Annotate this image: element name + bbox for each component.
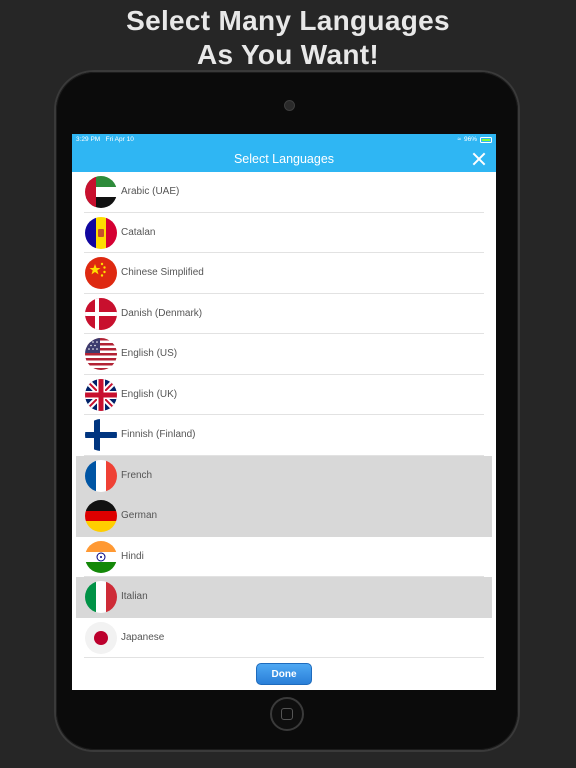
language-label: English (US) (121, 348, 178, 359)
language-label: Arabic (UAE) (121, 186, 180, 197)
language-row-french[interactable]: French (76, 455, 492, 496)
language-label: Chinese Simplified (121, 267, 204, 278)
india-flag-icon (85, 540, 117, 573)
japan-flag-icon (85, 621, 117, 654)
language-label: Japanese (121, 631, 165, 643)
language-row-english-us[interactable]: English (US) (76, 334, 492, 375)
headline: Select Many Languages As You Want! (0, 4, 576, 72)
denmark-flag-icon (85, 297, 117, 330)
language-row-danish[interactable]: Danish (Denmark) (76, 294, 492, 334)
language-label: Finnish (Finland) (121, 429, 196, 440)
language-row-chinese[interactable]: Chinese Simplified (76, 253, 492, 294)
language-row-hindi[interactable]: Hindi (76, 537, 492, 577)
uk-flag-icon (85, 378, 117, 411)
status-date: Fri Apr 10 (105, 136, 134, 143)
andorra-flag-icon (85, 216, 117, 249)
done-button[interactable]: Done (256, 663, 312, 685)
app-screen: 3:29 PM Fri Apr 10 ≈ 96% Select Language… (72, 134, 496, 690)
language-label: French (121, 469, 153, 481)
battery-percent: 96% (463, 136, 477, 143)
language-label: Italian (121, 591, 148, 602)
language-label: Hindi (121, 550, 144, 562)
language-row-english-uk[interactable]: English (UK) (76, 375, 492, 415)
headline-line-1: Select Many Languages (126, 5, 450, 36)
page-title: Select Languages (233, 152, 335, 166)
home-button[interactable] (270, 697, 304, 731)
language-label: English (UK) (121, 388, 178, 400)
tablet-frame: 3:29 PM Fri Apr 10 ≈ 96% Select Language… (56, 72, 518, 750)
usa-flag-icon (85, 338, 117, 370)
language-label: Catalan (121, 226, 156, 238)
language-row-italian[interactable]: Italian (76, 577, 492, 618)
headline-line-2: As You Want! (197, 39, 379, 70)
germany-flag-icon (85, 500, 117, 532)
italy-flag-icon (85, 581, 117, 613)
status-bar: 3:29 PM Fri Apr 10 ≈ 96% (72, 134, 496, 146)
camera-icon (284, 100, 295, 111)
language-label: German (121, 510, 158, 521)
language-row-catalan[interactable]: Catalan (76, 213, 492, 253)
status-time: 3:29 PM (76, 136, 101, 143)
wifi-icon: ≈ (457, 136, 461, 143)
language-label: Danish (Denmark) (121, 307, 203, 319)
uae-flag-icon (85, 176, 117, 208)
language-row-german[interactable]: German (76, 496, 492, 537)
france-flag-icon (85, 459, 117, 492)
china-flag-icon (85, 257, 117, 289)
language-row-japanese[interactable]: Japanese (76, 618, 492, 658)
close-icon[interactable] (472, 152, 486, 166)
battery-icon (480, 137, 492, 143)
language-list: Arabic (UAE) Catalan Chinese Simplified (76, 172, 492, 658)
language-row-arabic[interactable]: Arabic (UAE) (76, 172, 492, 213)
language-row-finnish[interactable]: Finnish (Finland) (76, 415, 492, 456)
finland-flag-icon (85, 419, 117, 451)
nav-bar: Select Languages (72, 146, 496, 172)
